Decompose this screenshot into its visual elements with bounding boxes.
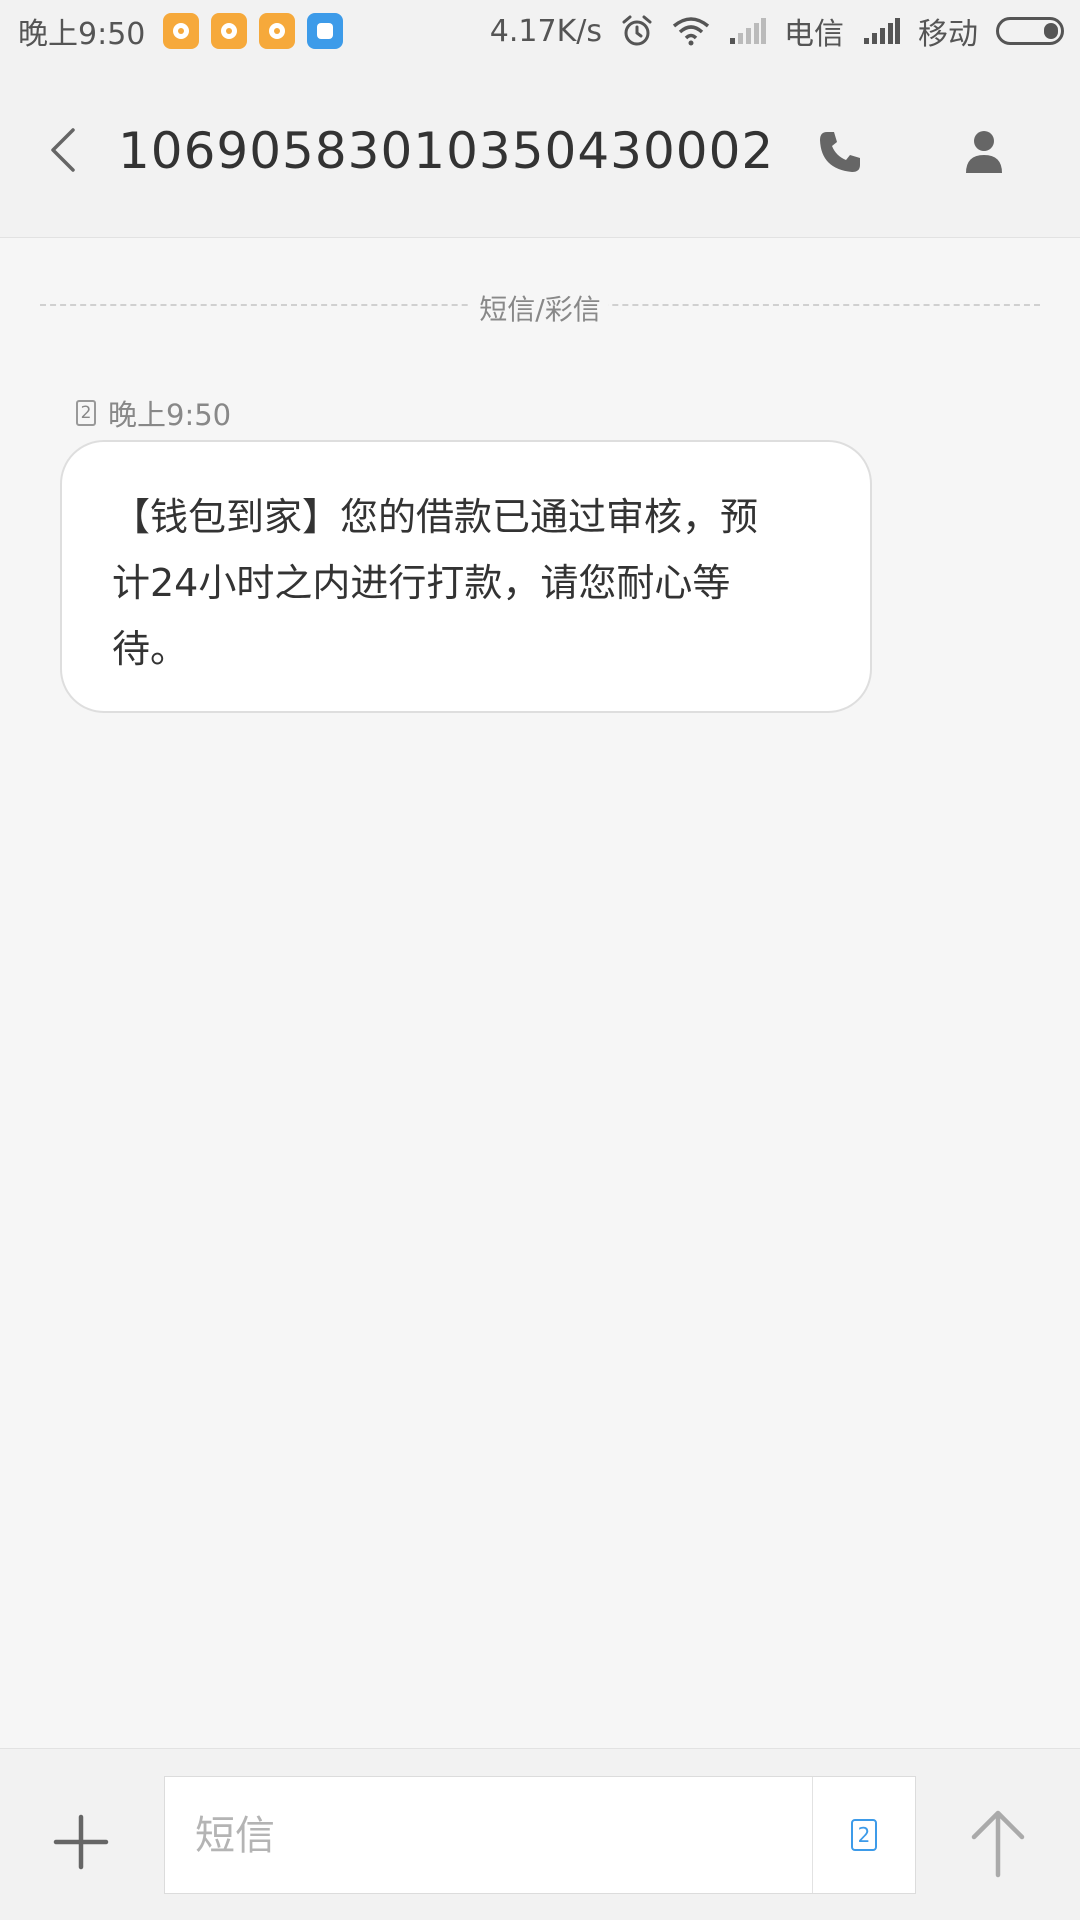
sim-card-icon: 2 [851, 1819, 877, 1851]
status-bar: 晚上9:50 4.17K/s 电信 移动 [0, 0, 1080, 62]
chat-notification-icon [211, 13, 248, 49]
sim-select-button[interactable]: 2 [812, 1777, 915, 1893]
message-type-divider: 短信/彩信 [40, 288, 1040, 328]
add-attachment-button[interactable] [50, 1811, 112, 1873]
contact-info-button[interactable] [956, 124, 1012, 180]
back-button[interactable] [40, 120, 84, 180]
carrier-2-label: 移动 [918, 17, 978, 52]
compose-bar: 2 [0, 1748, 1080, 1920]
contact-number: 1069058301035043000​2 [118, 122, 775, 180]
sim-card-icon: 2 [76, 400, 96, 426]
carrier-1-label: 电信 [784, 17, 844, 52]
network-speed: 4.17K/s [489, 13, 602, 49]
send-arrow-icon [971, 1810, 1025, 1878]
message-input[interactable] [193, 1777, 777, 1895]
message-meta: 2 晚上9:50 [76, 392, 231, 434]
chat-notification-icon [259, 13, 296, 49]
wifi-icon [672, 16, 710, 46]
plus-icon [53, 1814, 109, 1870]
call-button[interactable] [812, 124, 868, 180]
chat-notification-icon [163, 13, 200, 49]
status-time: 晚上9:50 [18, 17, 146, 52]
signal-icon [862, 18, 900, 44]
send-button[interactable] [966, 1807, 1030, 1879]
app-notification-icon [307, 13, 344, 49]
alarm-icon [620, 14, 654, 48]
message-type-label: 短信/彩信 [471, 288, 609, 328]
compose-input-box: 2 [164, 1776, 916, 1895]
person-icon [966, 131, 1002, 173]
message-text-line: 待。 [112, 627, 189, 671]
conversation-header: 1069058301035043000​2 [0, 62, 1080, 238]
signal-icon [728, 18, 766, 44]
battery-icon [996, 17, 1064, 45]
message-bubble[interactable]: 【钱包到家】您的借款已通过审核，预 计24小时之内进行打款，请您耐心等 待。 [60, 440, 872, 713]
back-arrow-icon [51, 128, 75, 172]
phone-icon [820, 132, 860, 172]
message-text-line: 计24小时之内进行打款，请您耐心等 [112, 561, 731, 605]
message-text-line: 【钱包到家】您的借款已通过审核，预 [112, 495, 759, 539]
message-time: 晚上9:50 [108, 398, 232, 432]
